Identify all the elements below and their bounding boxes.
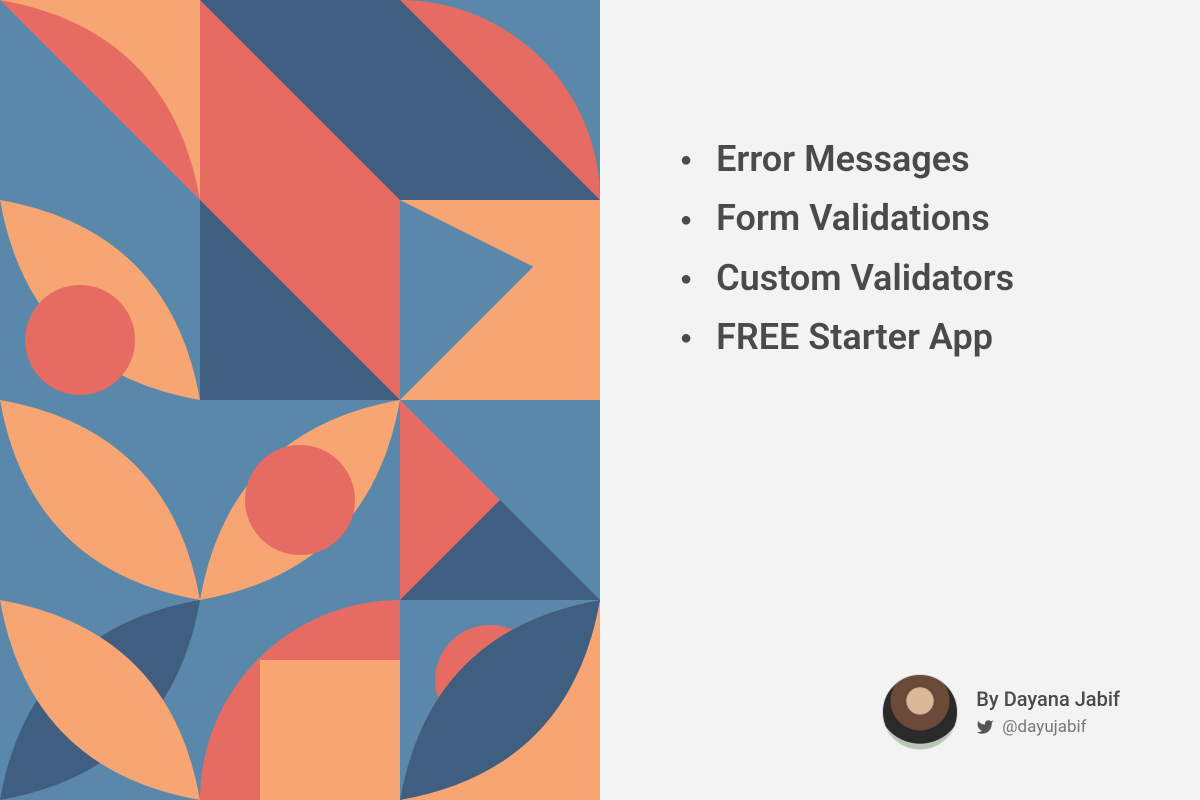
content-panel: Error Messages Form Validations Custom V… [600, 0, 1200, 800]
list-item: Custom Validators [680, 249, 1140, 308]
list-item: FREE Starter App [680, 308, 1140, 367]
list-item: Error Messages [680, 130, 1140, 189]
list-item-text: Custom Validators [716, 249, 1014, 308]
author-handle: @dayujabif [1002, 717, 1086, 737]
twitter-icon [976, 718, 994, 736]
list-item: Form Validations [680, 189, 1140, 248]
decorative-pattern [0, 0, 600, 800]
list-item-text: FREE Starter App [716, 308, 993, 367]
geometric-pattern-svg [0, 0, 600, 800]
list-item-text: Error Messages [716, 130, 970, 189]
avatar [882, 674, 958, 750]
author-block: By Dayana Jabif @dayujabif [680, 674, 1140, 750]
author-handle-row: @dayujabif [976, 717, 1120, 737]
list-item-text: Form Validations [716, 189, 990, 248]
author-info: By Dayana Jabif @dayujabif [976, 687, 1120, 737]
feature-list: Error Messages Form Validations Custom V… [680, 130, 1140, 368]
author-byline: By Dayana Jabif [976, 687, 1120, 711]
